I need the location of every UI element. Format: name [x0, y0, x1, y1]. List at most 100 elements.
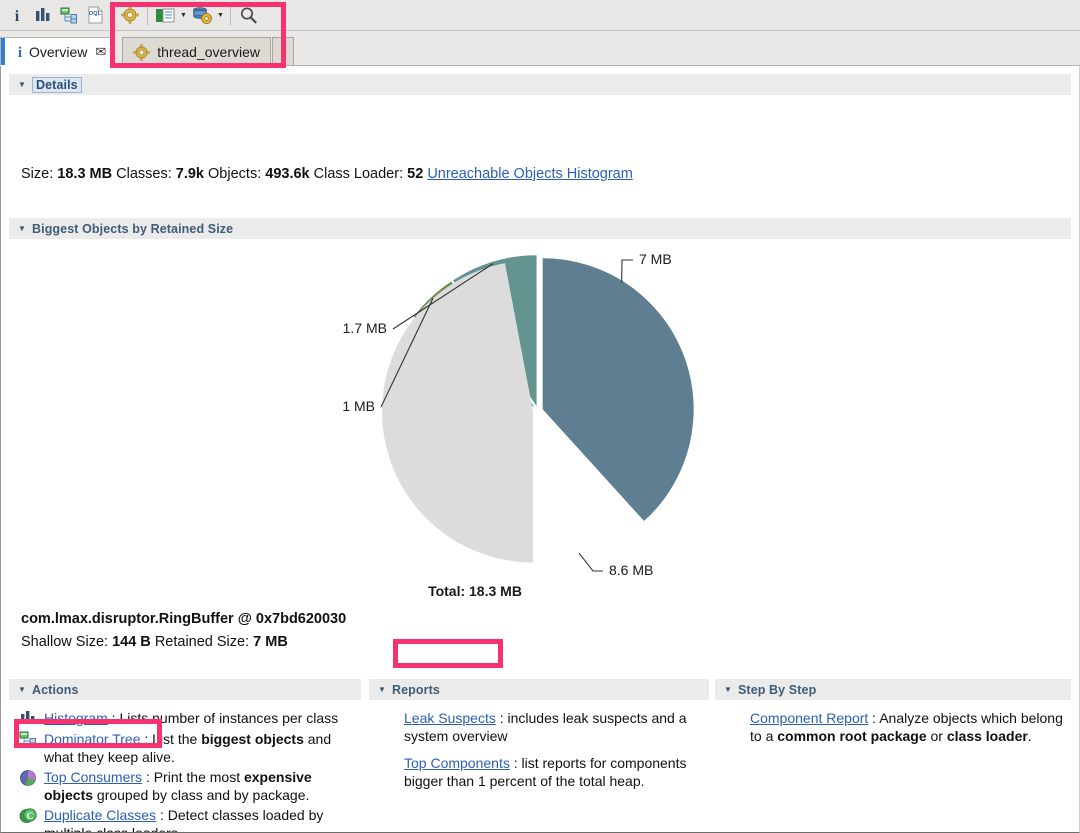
gear-icon	[133, 44, 150, 61]
run-expert-system-icon[interactable]	[189, 3, 215, 28]
pie-slices	[382, 255, 694, 562]
biggest-object-sizes: Shallow Size: 144 B Retained Size: 7 MB	[21, 634, 288, 650]
collapse-twisty-icon[interactable]: ▼	[724, 686, 736, 694]
sep: :	[140, 731, 152, 747]
action-item-histogram[interactable]: Histogram : Lists number of instances pe…	[19, 709, 361, 728]
pie-slice-label: 1 MB	[342, 398, 375, 414]
reports-panel: ▼ Reports Leak Suspects : includes leak …	[369, 679, 709, 792]
pie-total-label: Total: 18.3 MB	[428, 583, 522, 599]
pie-slice[interactable]	[543, 258, 694, 521]
tab-overflow-stub[interactable]	[272, 37, 294, 66]
details-section-header[interactable]: ▼ Details	[9, 74, 1071, 95]
action-item-dominator-tree[interactable]: Dominator Tree : List the biggest object…	[19, 730, 361, 766]
duplicate-classes-link[interactable]: Duplicate Classes	[44, 807, 156, 823]
pie-slice[interactable]	[382, 263, 533, 562]
step-by-step-list: Component Report : Analyze objects which…	[715, 700, 1071, 745]
reports-section-header[interactable]: ▼ Reports	[369, 679, 709, 700]
desc-mid: or	[927, 728, 947, 744]
step-by-step-panel: ▼ Step By Step Component Report : Analyz…	[715, 679, 1071, 747]
tab-label-thread-overview: thread_overview	[157, 44, 260, 60]
classes-value: 7.9k	[176, 166, 204, 182]
collapse-twisty-icon[interactable]: ▼	[18, 225, 30, 233]
chevron-down-icon[interactable]: ▼	[178, 3, 189, 28]
report-item-leak-suspects[interactable]: Leak Suspects : includes leak suspects a…	[379, 709, 709, 745]
size-label: Size:	[21, 166, 53, 182]
desc-bold: common root package	[777, 728, 926, 744]
tab-close-icon[interactable]: ✉	[95, 44, 106, 60]
leak-suspects-link[interactable]: Leak Suspects	[404, 710, 496, 726]
overview-editor-content: ▼ Details Size: 18.3 MB Classes: 7.9k Ob…	[0, 66, 1080, 833]
histogram-icon[interactable]	[30, 3, 56, 28]
top-consumers-link[interactable]: Top Consumers	[44, 769, 142, 785]
svg-text:OQL: OQL	[89, 11, 102, 17]
sep: :	[156, 807, 168, 823]
svg-text:C: C	[27, 811, 34, 821]
thread-overview-icon[interactable]	[117, 3, 143, 28]
main-toolbar: i OQL	[0, 0, 1080, 31]
biggest-object-name: com.lmax.disruptor.RingBuffer @ 0x7bd620…	[21, 611, 346, 627]
shallow-size-value: 144 B	[112, 634, 151, 650]
svg-text:i: i	[15, 8, 20, 24]
info-icon[interactable]: i	[4, 3, 30, 28]
desc: Lists number of instances per class	[119, 710, 338, 726]
action-text-duplicate-classes: Duplicate Classes : Detect classes loade…	[44, 806, 361, 833]
tab-label-overview: Overview	[29, 44, 87, 60]
pie-leader-line	[622, 260, 633, 283]
biggest-objects-section-header[interactable]: ▼ Biggest Objects by Retained Size	[9, 218, 1071, 239]
collapse-twisty-icon[interactable]: ▼	[18, 686, 30, 694]
action-item-top-consumers[interactable]: Top Consumers : Print the most expensive…	[19, 768, 361, 804]
reports-section-title: Reports	[392, 683, 440, 697]
toolbar-separator	[112, 6, 113, 25]
open-query-browser-icon[interactable]	[152, 3, 178, 28]
spacer	[379, 747, 709, 754]
details-section-title: Details	[32, 77, 82, 93]
desc-before: List the	[152, 731, 201, 747]
top-components-link[interactable]: Top Components	[404, 755, 510, 771]
action-text-dominator-tree: Dominator Tree : List the biggest object…	[44, 730, 361, 766]
actions-section-title: Actions	[32, 683, 79, 697]
toolbar-separator	[230, 6, 231, 25]
duplicate-classes-icon: C	[19, 807, 37, 825]
pie-slice-label: 7 MB	[639, 251, 672, 267]
step-text-component-report: Component Report : Analyze objects which…	[750, 709, 1071, 745]
dominator-tree-icon	[19, 731, 37, 749]
dominator-tree-icon[interactable]	[56, 3, 82, 28]
component-report-link[interactable]: Component Report	[750, 710, 868, 726]
pie-slice-label: 1.7 MB	[343, 320, 387, 336]
classloader-value: 52	[407, 166, 423, 182]
actions-panel: ▼ Actions Histogram : Lists number of in…	[9, 679, 361, 833]
shallow-size-label: Shallow Size:	[21, 634, 108, 650]
histogram-link[interactable]: Histogram	[44, 710, 108, 726]
collapse-twisty-icon[interactable]: ▼	[378, 686, 390, 694]
report-text-top-components: Top Components : list reports for compon…	[404, 754, 709, 790]
retained-size-label: Retained Size:	[155, 634, 249, 650]
sep: :	[108, 710, 120, 726]
retained-size-pie-chart[interactable]: 7 MB 1.7 MB 1 MB 8.6 MB Total: 18.3 MB	[9, 241, 1071, 601]
action-item-duplicate-classes[interactable]: C Duplicate Classes : Detect classes loa…	[19, 806, 361, 833]
step-by-step-section-header[interactable]: ▼ Step By Step	[715, 679, 1071, 700]
search-icon[interactable]	[235, 3, 261, 28]
collapse-twisty-icon[interactable]: ▼	[18, 81, 30, 89]
sep: :	[496, 710, 508, 726]
size-value: 18.3 MB	[57, 166, 112, 182]
actions-section-header[interactable]: ▼ Actions	[9, 679, 361, 700]
sep: :	[868, 710, 879, 726]
tab-overview[interactable]: i Overview ✉	[0, 37, 113, 66]
step-item-component-report[interactable]: Component Report : Analyze objects which…	[725, 709, 1071, 745]
toolbar-separator	[147, 6, 148, 25]
action-text-top-consumers: Top Consumers : Print the most expensive…	[44, 768, 361, 804]
chevron-down-icon[interactable]: ▼	[215, 3, 226, 28]
tab-thread-overview[interactable]: thread_overview	[122, 37, 271, 66]
report-item-top-components[interactable]: Top Components : list reports for compon…	[379, 754, 709, 790]
classloader-label: Class Loader:	[314, 166, 403, 182]
tab-active-accent	[1, 38, 5, 65]
reports-list: Leak Suspects : includes leak suspects a…	[369, 700, 709, 790]
unreachable-objects-histogram-link[interactable]: Unreachable Objects Histogram	[427, 166, 633, 182]
oql-icon[interactable]: OQL	[82, 3, 108, 28]
histogram-icon	[19, 710, 37, 728]
dominator-tree-link[interactable]: Dominator Tree	[44, 731, 140, 747]
sep: :	[510, 755, 522, 771]
pie-leader-line	[579, 553, 603, 571]
pie-slice-label: 8.6 MB	[609, 562, 653, 578]
desc-bold2: class loader	[947, 728, 1028, 744]
